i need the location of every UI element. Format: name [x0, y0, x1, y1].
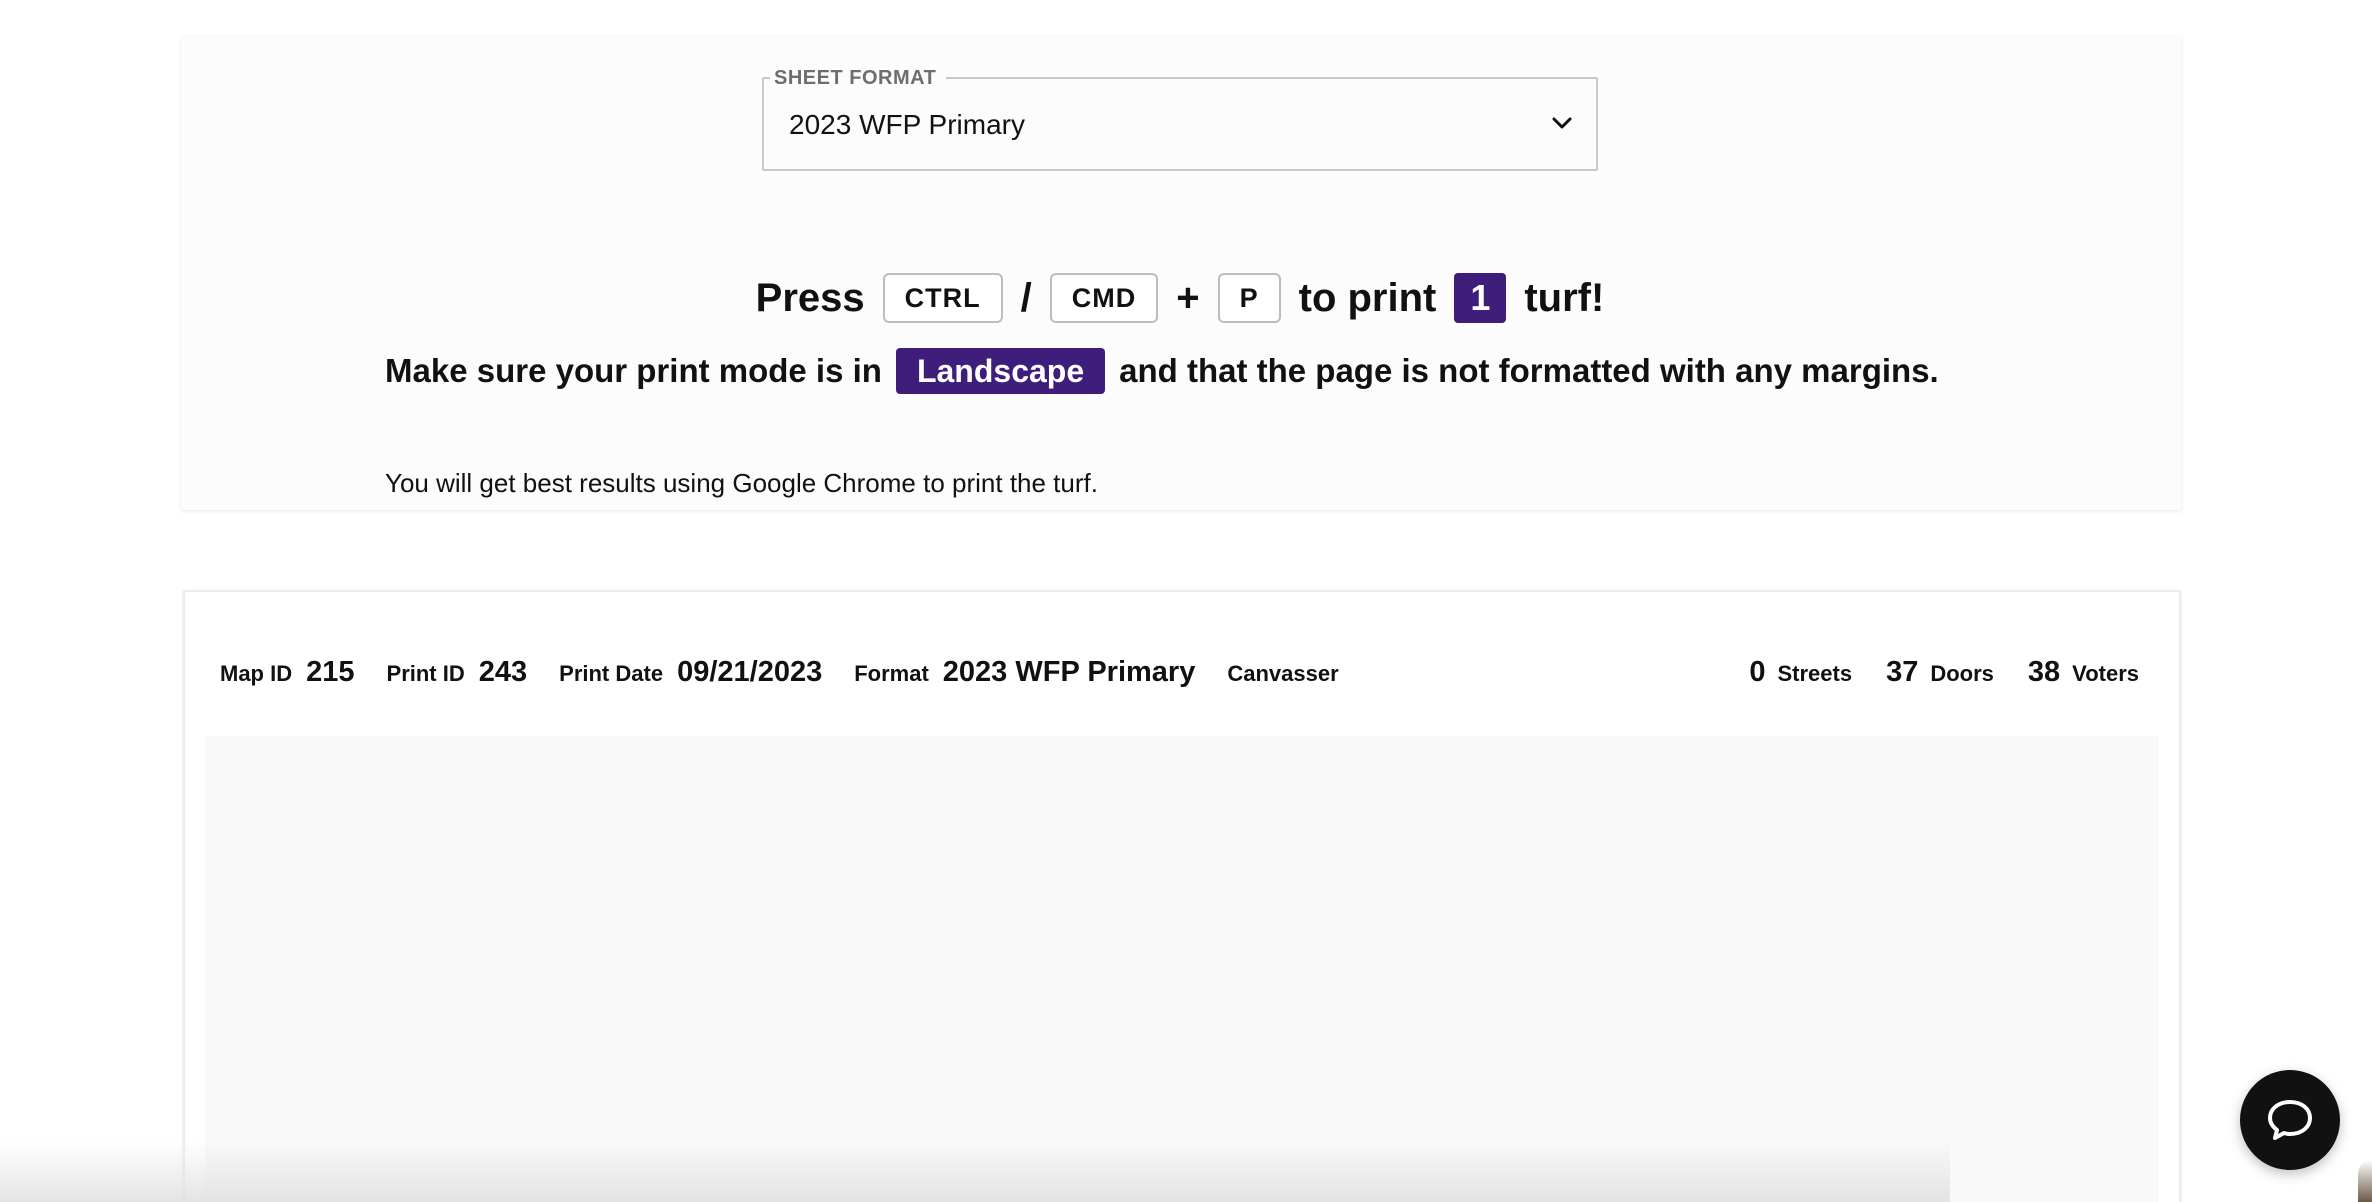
print-mode-instruction: Make sure your print mode is in Landscap…	[385, 346, 1939, 396]
chat-bubble-icon	[2268, 1100, 2312, 1140]
mode-prefix-text: Make sure your print mode is in	[385, 352, 882, 389]
print-instructions-card: SHEET FORMAT 2023 WFP Primary Press CTRL…	[181, 36, 2181, 510]
map-id-label: Map ID	[220, 661, 293, 686]
sheet-format-select[interactable]: SHEET FORMAT 2023 WFP Primary	[762, 67, 1598, 171]
map-id-value: 215	[306, 656, 355, 688]
streets-count: 0	[1749, 656, 1766, 688]
chat-button[interactable]	[2240, 1070, 2340, 1170]
print-date-label: Print Date	[559, 661, 664, 686]
turf-map-area	[205, 736, 2159, 1202]
mode-suffix-text: and that the page is not formatted with …	[1119, 352, 1939, 389]
voters-count: 38	[2027, 656, 2061, 688]
format-value: 2023 WFP Primary	[942, 656, 1196, 688]
sheet-meta-row: Map ID 215 Print ID 243 Print Date 09/21…	[220, 656, 1353, 696]
turf-count-badge: 1	[1454, 273, 1507, 323]
turf-sheet-preview: Map ID 215 Print ID 243 Print Date 09/21…	[183, 590, 2181, 1202]
format-label: Format	[854, 661, 929, 686]
doors-count: 37	[1886, 656, 1919, 688]
turf-suffix-text: turf!	[1524, 275, 1605, 320]
canvasser-label: Canvasser	[1227, 661, 1339, 686]
p-key: P	[1217, 273, 1281, 323]
voters-label: Voters	[2072, 661, 2139, 686]
cmd-key: CMD	[1049, 273, 1159, 323]
chevron-down-icon[interactable]	[1550, 111, 1574, 135]
print-id-value: 243	[478, 656, 528, 688]
window-corner	[2358, 1160, 2372, 1202]
browser-note: You will get best results using Google C…	[385, 468, 1098, 498]
ctrl-key: CTRL	[882, 273, 1003, 323]
streets-label: Streets	[1777, 661, 1853, 686]
print-turf-page: SHEET FORMAT 2023 WFP Primary Press CTRL…	[0, 0, 2372, 1202]
print-date-value: 09/21/2023	[677, 656, 823, 688]
doors-label: Doors	[1930, 661, 1994, 686]
to-print-text: to print	[1298, 275, 1437, 320]
sheet-format-label: SHEET FORMAT	[770, 67, 947, 90]
print-shortcut-instruction: Press CTRL / CMD + P to print 1 turf!	[180, 266, 2180, 330]
press-text: Press	[755, 275, 865, 320]
plus-text: +	[1176, 275, 1200, 320]
sheet-stats-row: 0 Streets 37 Doors 38 Voters	[1749, 656, 2139, 696]
landscape-badge: Landscape	[895, 348, 1106, 394]
slash-text: /	[1020, 275, 1032, 320]
sheet-format-value[interactable]: 2023 WFP Primary	[789, 109, 1025, 141]
print-id-label: Print ID	[386, 661, 465, 686]
